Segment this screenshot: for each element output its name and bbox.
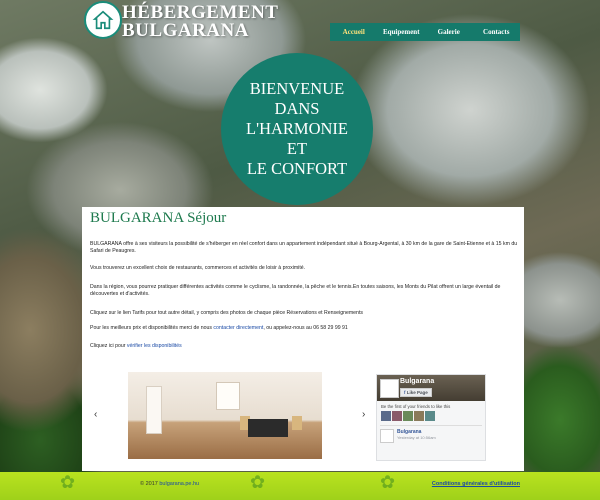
contact-link[interactable]: contacter directement	[213, 325, 263, 331]
facebook-post-avatar	[380, 429, 394, 443]
availability-paragraph: Cliquez ici pour vérifier les disponibil…	[90, 343, 520, 350]
house-icon[interactable]	[84, 1, 122, 39]
nav-item-contacts[interactable]: Contacts	[473, 28, 521, 36]
tarifs-paragraph: Cliquez sur le lien Tarifs pour tout aut…	[90, 310, 363, 316]
friend-avatar	[414, 411, 424, 421]
site-title-line2: BULGARANA	[122, 20, 249, 41]
main-content: BULGARANA Séjour BULGARANA offre à ses v…	[82, 207, 524, 471]
contact-suffix: , ou appelez-nous au 06 58 29 99 91	[263, 325, 348, 331]
photo-door	[146, 386, 162, 434]
photo-window	[216, 382, 240, 410]
footer-legal-link[interactable]: Conditions générales d'utilisation	[432, 481, 520, 487]
hero-line: L'HARMONIE	[246, 119, 348, 138]
house-icon-svg	[92, 10, 114, 30]
hero-welcome-circle: BIENVENUE DANS L'HARMONIE ET LE CONFORT	[221, 53, 373, 205]
facebook-page-widget[interactable]: Bulgarana f Like Page Be the first of yo…	[376, 374, 486, 461]
leaf-decoration-icon: ✿	[60, 472, 76, 492]
photo-table	[248, 419, 288, 437]
hero-line: BIENVENUE	[249, 79, 345, 98]
facebook-like-icon: f	[404, 390, 406, 395]
friend-avatar	[403, 411, 413, 421]
facebook-friends-text: Be the first of your friends to like thi…	[381, 404, 451, 409]
facebook-like-button[interactable]: f Like Page	[400, 388, 432, 397]
hero-line: DANS	[274, 99, 320, 118]
footer-site-link[interactable]: bulgarana.pe.hu	[159, 481, 199, 487]
hero-line: LE CONFORT	[246, 159, 348, 178]
facebook-like-label: Like Page	[406, 390, 428, 395]
photo-chair	[292, 416, 302, 430]
facebook-friend-faces	[377, 410, 485, 422]
friend-avatar	[381, 411, 391, 421]
availability-prefix: Cliquez ici pour	[90, 343, 126, 349]
friend-avatar	[425, 411, 435, 421]
hero-line: ET	[286, 139, 308, 158]
nav-item-accueil[interactable]: Accueil	[330, 28, 378, 36]
friend-avatar	[392, 411, 402, 421]
nav-item-equipement[interactable]: Equipement	[378, 28, 426, 36]
footer-copyright: © 2017 bulgarana.pe.hu	[140, 481, 199, 487]
facebook-post[interactable]: Bulgarana Yesterday at 10:56am	[380, 425, 482, 446]
leaf-decoration-icon: ✿	[380, 472, 396, 492]
activities-paragraph: Dans la région, vous pourrez pratiquer d…	[90, 284, 501, 297]
restaurants-paragraph: Vous trouverez un excellent choix de res…	[90, 265, 306, 271]
main-nav: Accueil Equipement Galerie Contacts	[330, 23, 520, 41]
nav-item-galerie[interactable]: Galerie	[425, 28, 473, 36]
facebook-post-time: Yesterday at 10:56am	[397, 435, 436, 440]
copyright-text: © 2017	[140, 481, 158, 487]
facebook-page-name[interactable]: Bulgarana	[400, 378, 434, 385]
site-title[interactable]: HÉBERGEMENT BULGARANA	[122, 3, 278, 41]
facebook-cover: Bulgarana f Like Page	[377, 375, 485, 401]
footer: ✿ ✿ ✿ © 2017 bulgarana.pe.hu Conditions …	[0, 472, 600, 500]
intro-paragraph: BULGARANA offre à ses visiteurs la possi…	[90, 241, 518, 254]
page-heading: BULGARANA Séjour	[90, 210, 227, 226]
slider-next-arrow[interactable]: ›	[362, 409, 365, 420]
availability-link[interactable]: vérifier les disponibilités	[127, 343, 182, 349]
slider-prev-arrow[interactable]: ‹	[94, 409, 97, 420]
leaf-decoration-icon: ✿	[250, 472, 266, 492]
facebook-avatar	[380, 379, 399, 398]
contact-paragraph: Pour les meilleurs prix et disponibilité…	[90, 325, 520, 332]
apartment-photo-slider[interactable]	[128, 372, 322, 459]
contact-prefix: Pour les meilleurs prix et disponibilité…	[90, 325, 212, 331]
